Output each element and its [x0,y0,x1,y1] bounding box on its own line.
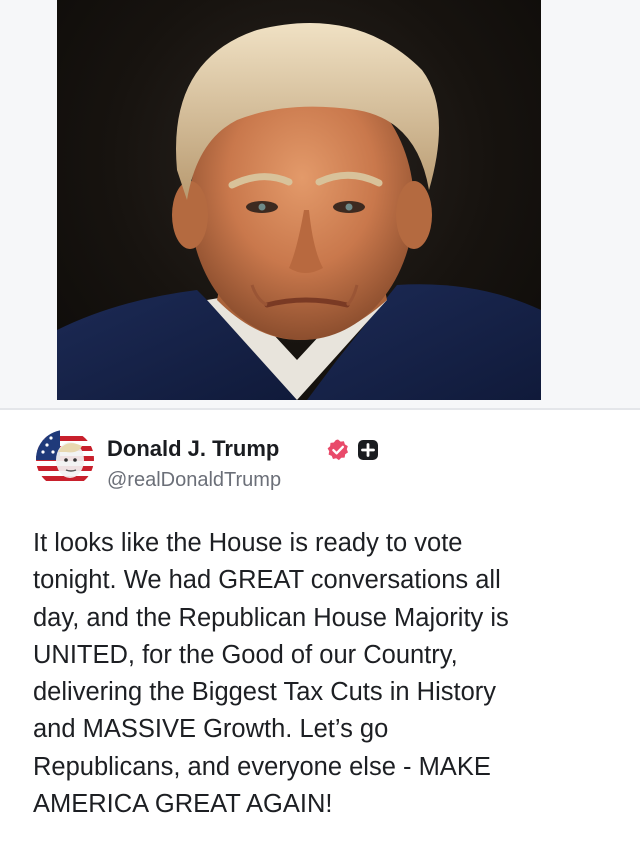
media-area [0,0,640,408]
post-photo[interactable] [57,0,541,400]
avatar[interactable] [36,430,94,488]
portrait-image [57,23,541,400]
post-body-text: It looks like the House is ready to vote… [33,529,509,819]
author-handle[interactable]: @realDonaldTrump [107,469,281,492]
avatar-image [36,430,94,488]
plus-icon[interactable] [357,439,379,461]
author-name[interactable]: Donald J. Trump [107,436,279,462]
verified-badge-icon [327,439,348,461]
